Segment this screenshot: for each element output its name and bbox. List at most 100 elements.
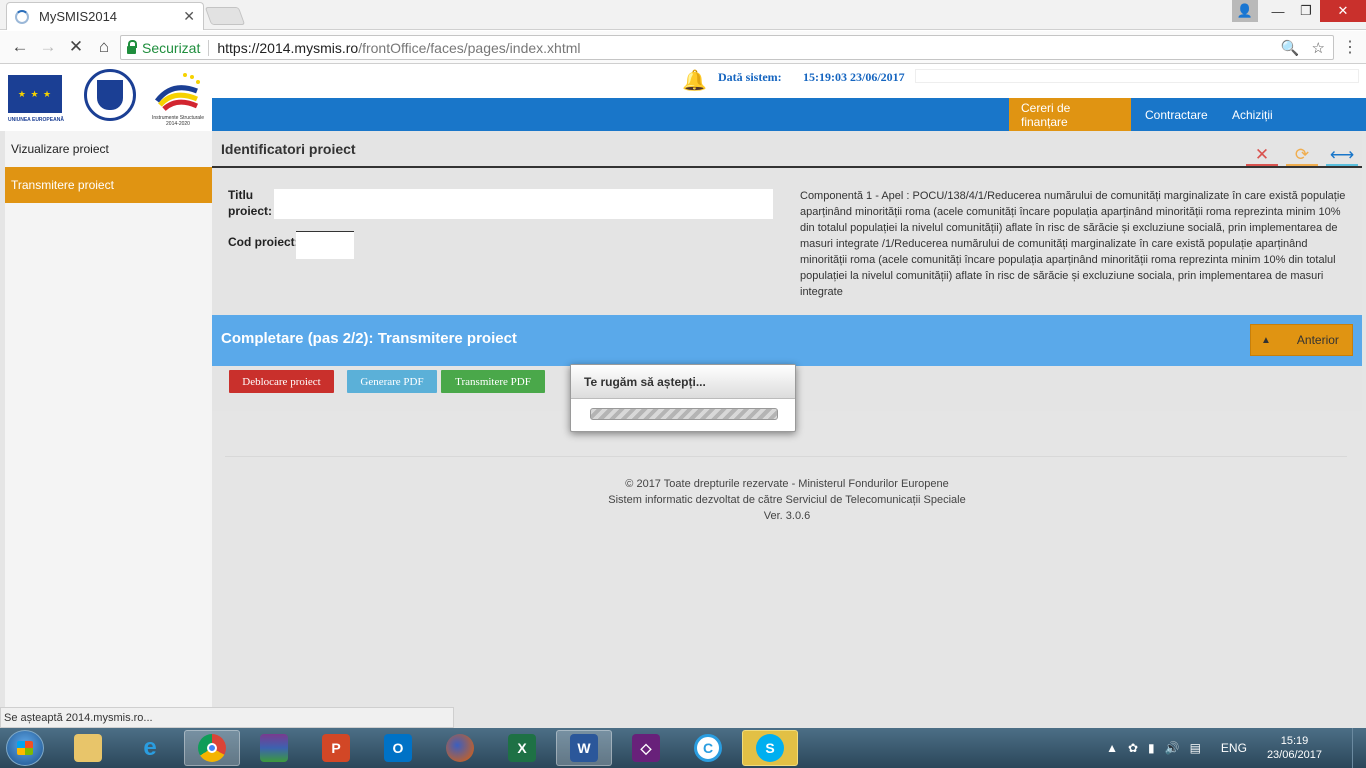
- taskbar-winrar[interactable]: [246, 730, 302, 766]
- archive-icon: [260, 734, 288, 762]
- structural-instruments-caption: Instrumente Structurale 2014-2020: [152, 115, 204, 127]
- nav-item-cereri-de-finantare[interactable]: Cereri de finanțare: [1009, 98, 1131, 131]
- tab-close-icon[interactable]: ✕: [183, 8, 195, 25]
- nav-item-achizitii[interactable]: Achiziții: [1220, 98, 1285, 131]
- user-info-box: [915, 69, 1359, 83]
- title-label-line1: Titlu: [228, 188, 254, 202]
- main-navbar: Cereri de finanțare Contractare Achiziți…: [212, 98, 1366, 131]
- taskbar-powerpoint[interactable]: P: [308, 730, 364, 766]
- battery-icon[interactable]: ▮: [1148, 741, 1155, 755]
- taskbar-ie[interactable]: e: [122, 730, 178, 766]
- stop-loading-icon[interactable]: ✕: [62, 37, 90, 57]
- previous-label: Anterior: [1296, 333, 1339, 347]
- taskbar-skype[interactable]: S: [742, 730, 798, 766]
- footer-divider: [225, 456, 1347, 457]
- home-icon[interactable]: ⌂: [90, 37, 118, 57]
- folder-icon: [74, 734, 102, 762]
- project-title-field: [274, 189, 773, 219]
- send-pdf-button[interactable]: Transmitere PDF: [441, 370, 545, 393]
- tab-title: MySMIS2014: [39, 9, 118, 24]
- taskbar-visual-studio[interactable]: ◇: [618, 730, 674, 766]
- new-tab-button[interactable]: [204, 7, 246, 25]
- show-desktop-button[interactable]: [1352, 728, 1366, 768]
- structural-instruments-logo: [155, 73, 200, 111]
- refresh-icon[interactable]: ⟳: [1286, 145, 1318, 167]
- windows-logo-icon: [17, 741, 33, 755]
- loading-dialog-title: Te rugăm să aștepți...: [571, 365, 795, 399]
- panel-title: Identificatori proiect: [221, 141, 356, 157]
- project-code-field: [296, 231, 354, 259]
- bell-notification-icon[interactable]: 🔔: [682, 68, 707, 93]
- start-button[interactable]: [6, 730, 44, 766]
- volume-icon[interactable]: 🔊: [1165, 741, 1180, 755]
- address-bar[interactable]: Securizat https://2014.mysmis.ro/frontOf…: [120, 35, 1334, 60]
- internet-explorer-icon: e: [143, 734, 157, 761]
- taskbar-explorer[interactable]: [60, 730, 116, 766]
- lock-icon: [127, 39, 137, 54]
- panel-tools: ✕ ⟳ ⟷: [1246, 145, 1358, 167]
- logos-area: ★ ★ ★ UNIUNEA EUROPEANĂ Instrumente Stru…: [0, 65, 212, 131]
- bookmark-star-icon[interactable]: ☆: [1312, 39, 1325, 57]
- minimize-icon[interactable]: —: [1264, 0, 1292, 22]
- taskbar-app-c[interactable]: C: [680, 730, 736, 766]
- panel-divider: [212, 166, 1362, 168]
- chrome-icon: [198, 734, 226, 762]
- sidebar-item-vizualizare-proiect[interactable]: Vizualizare proiect: [5, 131, 212, 167]
- circle-c-icon: C: [694, 734, 722, 762]
- window-controls: 👤 — ❐ ✕: [1232, 0, 1366, 22]
- loading-spinner-icon: [15, 9, 29, 24]
- eu-logo-caption: UNIUNEA EUROPEANĂ: [8, 117, 64, 123]
- window-close-icon[interactable]: ✕: [1320, 0, 1366, 22]
- clock-date: 23/06/2017: [1266, 749, 1322, 761]
- footer-copyright: © 2017 Toate drepturile rezervate - Mini…: [625, 478, 949, 490]
- code-label: Cod proiect:: [228, 235, 299, 249]
- step-title: Completare (pas 2/2): Transmitere proiec…: [221, 330, 517, 347]
- secure-label: Securizat: [142, 39, 201, 56]
- romania-coat-of-arms-logo: [84, 69, 136, 121]
- tray-app-icon[interactable]: ✿: [1128, 741, 1138, 755]
- expand-width-icon[interactable]: ⟷: [1326, 145, 1358, 167]
- firefox-icon: [446, 734, 474, 762]
- outlook-icon: O: [384, 734, 412, 762]
- taskbar-chrome[interactable]: [184, 730, 240, 766]
- maximize-icon[interactable]: ❐: [1292, 0, 1320, 22]
- url-host: https://2014.mysmis.ro: [217, 39, 359, 56]
- system-date-label: Dată sistem:: [718, 70, 782, 84]
- network-icon[interactable]: ▤: [1190, 741, 1201, 755]
- taskbar-outlook[interactable]: O: [370, 730, 426, 766]
- visual-studio-icon: ◇: [632, 734, 660, 762]
- word-icon: W: [570, 734, 598, 762]
- forward-arrow-icon[interactable]: →: [34, 37, 62, 57]
- powerpoint-icon: P: [322, 734, 350, 762]
- browser-toolbar: ← → ✕ ⌂ Securizat https://2014.mysmis.ro…: [0, 31, 1366, 64]
- collapse-icon[interactable]: ✕: [1246, 145, 1278, 167]
- zoom-icon[interactable]: 🔍: [1281, 39, 1300, 57]
- call-description: Componentă 1 - Apel : POCU/138/4/1/Reduc…: [800, 190, 1346, 298]
- sidebar: Vizualizare proiect Transmitere proiect: [5, 131, 212, 768]
- divider: [208, 39, 210, 56]
- back-arrow-icon[interactable]: ←: [6, 37, 34, 57]
- browser-tab[interactable]: MySMIS2014 ✕: [6, 2, 204, 30]
- omnibox-icons: 🔍 ☆: [1281, 39, 1325, 57]
- sidebar-item-transmitere-proiect[interactable]: Transmitere proiect: [5, 167, 212, 203]
- user-profile-icon[interactable]: 👤: [1232, 0, 1258, 22]
- footer-developer: Sistem informatic dezvoltat de către Ser…: [608, 494, 966, 506]
- taskbar-firefox[interactable]: [432, 730, 488, 766]
- loading-dialog: Te rugăm să aștepți...: [570, 364, 796, 432]
- title-label-line2: proiect:: [228, 204, 273, 218]
- browser-menu-icon[interactable]: ⋮: [1342, 37, 1358, 57]
- nav-item-contractare[interactable]: Contractare: [1133, 98, 1220, 131]
- unlock-project-button[interactable]: Deblocare proiect: [229, 370, 334, 393]
- skype-icon: S: [756, 734, 784, 762]
- system-date-value: 15:19:03 23/06/2017: [803, 70, 905, 84]
- clock-time: 15:19: [1280, 735, 1309, 747]
- previous-button[interactable]: ▲ Anterior: [1250, 324, 1353, 356]
- taskbar-word[interactable]: W: [556, 730, 612, 766]
- taskbar-excel[interactable]: X: [494, 730, 550, 766]
- language-indicator[interactable]: ENG: [1221, 741, 1247, 755]
- app-body: ★ ★ ★ UNIUNEA EUROPEANĂ Instrumente Stru…: [0, 65, 1366, 768]
- taskbar-clock[interactable]: 15:19 23/06/2017: [1267, 734, 1322, 762]
- generate-pdf-button[interactable]: Generare PDF: [347, 370, 437, 393]
- browser-status-bar: Se așteaptă 2014.mysmis.ro...: [0, 707, 454, 728]
- tray-expand-icon[interactable]: ▲: [1106, 741, 1118, 755]
